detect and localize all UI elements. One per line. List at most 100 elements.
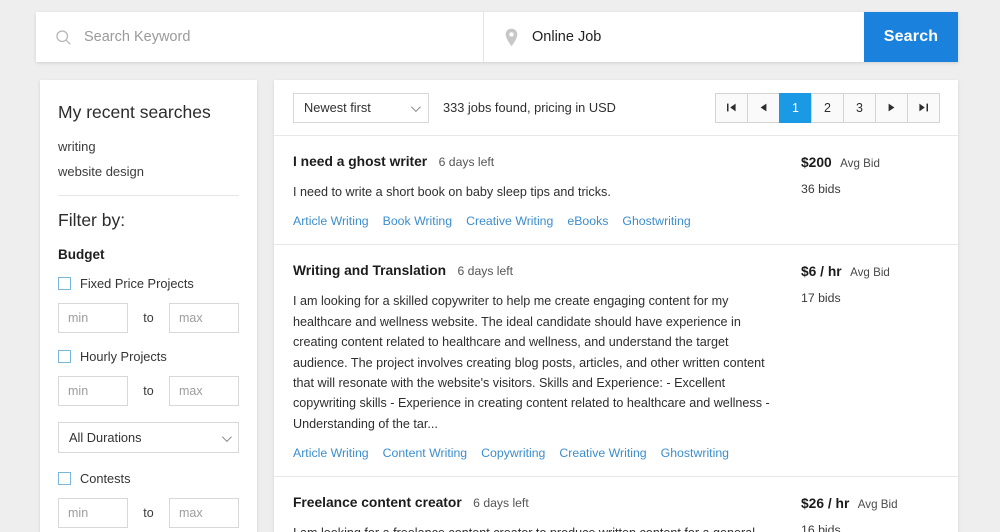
recent-search-item[interactable]: website design [58, 164, 239, 179]
recent-search-item[interactable]: writing [58, 139, 239, 154]
pagination-page-2[interactable]: 2 [811, 93, 844, 123]
job-price-unit: Avg Bid [850, 266, 890, 279]
budget-group-label: Budget [58, 247, 239, 262]
job-tag[interactable]: Creative Writing [559, 446, 646, 460]
job-time-left: 6 days left [473, 496, 529, 510]
job-price: $6 / hr [801, 264, 842, 279]
pagination-first-button[interactable] [715, 93, 748, 123]
chevron-down-icon [222, 432, 232, 442]
job-description: I need to write a short book on baby sle… [293, 182, 783, 202]
duration-select[interactable]: All Durations [58, 422, 239, 453]
page-root: Search My recent searches writing websit… [0, 0, 1000, 532]
job-main: I need a ghost writer 6 days left I need… [293, 153, 801, 228]
fixed-max-input[interactable] [169, 303, 239, 333]
job-price-unit: Avg Bid [858, 498, 898, 511]
duration-select-wrapper: All Durations [58, 422, 239, 453]
job-tags: Article Writing Book Writing Creative Wr… [293, 214, 783, 228]
job-description: I am looking for a skilled copywriter to… [293, 291, 783, 434]
search-bar: Search [36, 12, 958, 62]
filter-fixed-price-projects[interactable]: Fixed Price Projects [58, 276, 239, 291]
job-price-row: $26 / hr Avg Bid [801, 495, 939, 513]
sort-select[interactable]: Newest first [293, 93, 429, 123]
range-to-label: to [128, 384, 169, 398]
location-input[interactable] [532, 29, 850, 45]
filter-hourly-projects[interactable]: Hourly Projects [58, 349, 239, 364]
search-input[interactable] [84, 29, 469, 45]
sidebar-divider [58, 195, 239, 196]
job-tag[interactable]: Article Writing [293, 446, 369, 460]
map-pin-icon [500, 26, 522, 48]
job-bids-count: 17 bids [801, 291, 939, 305]
pagination: 1 2 3 [716, 93, 940, 123]
filter-contests[interactable]: Contests [58, 471, 239, 486]
contests-min-input[interactable] [58, 498, 128, 528]
jobs-found-count: 333 jobs found, pricing in USD [443, 100, 616, 115]
job-pricing: $26 / hr Avg Bid 16 bids [801, 494, 939, 532]
pagination-next-button[interactable] [875, 93, 908, 123]
job-pricing: $6 / hr Avg Bid 17 bids [801, 262, 939, 460]
job-tag[interactable]: Copywriting [481, 446, 545, 460]
filter-label: Contests [80, 471, 131, 486]
job-main: Freelance content creator 6 days left I … [293, 494, 801, 532]
job-tags: Article Writing Content Writing Copywrit… [293, 446, 783, 460]
pagination-last-button[interactable] [907, 93, 940, 123]
sort-select-value: Newest first [304, 100, 371, 115]
job-tag[interactable]: Book Writing [383, 214, 452, 228]
job-bids-count: 16 bids [801, 523, 939, 532]
filters-sidebar: My recent searches writing website desig… [40, 80, 257, 532]
job-price-row: $200 Avg Bid [801, 154, 939, 172]
filter-label: Fixed Price Projects [80, 276, 194, 291]
job-tag[interactable]: Ghostwriting [661, 446, 729, 460]
job-main: Writing and Translation 6 days left I am… [293, 262, 801, 460]
job-time-left: 6 days left [458, 264, 514, 278]
contests-max-input[interactable] [169, 498, 239, 528]
search-icon [52, 26, 74, 48]
job-pricing: $200 Avg Bid 36 bids [801, 153, 939, 228]
job-header: Writing and Translation 6 days left [293, 262, 783, 280]
recent-searches-title: My recent searches [58, 102, 239, 123]
job-tag[interactable]: Ghostwriting [622, 214, 690, 228]
keyword-search-field[interactable] [36, 12, 484, 62]
results-toolbar: Newest first 333 jobs found, pricing in … [274, 80, 958, 136]
job-price: $200 [801, 155, 832, 170]
location-search-field[interactable] [484, 12, 864, 62]
hourly-min-input[interactable] [58, 376, 128, 406]
job-tag[interactable]: eBooks [567, 214, 608, 228]
job-listing[interactable]: Freelance content creator 6 days left I … [274, 477, 958, 532]
filter-by-title: Filter by: [58, 210, 239, 231]
checkbox-icon[interactable] [58, 472, 71, 485]
pagination-page-1[interactable]: 1 [779, 93, 812, 123]
search-button[interactable]: Search [864, 12, 958, 62]
job-header: I need a ghost writer 6 days left [293, 153, 783, 171]
job-time-left: 6 days left [439, 155, 495, 169]
job-header: Freelance content creator 6 days left [293, 494, 783, 512]
job-description: I am looking for a freelance content cre… [293, 523, 783, 532]
job-tag[interactable]: Creative Writing [466, 214, 553, 228]
hourly-max-input[interactable] [169, 376, 239, 406]
duration-select-value: All Durations [69, 430, 142, 445]
hourly-range: to [58, 376, 239, 406]
job-title[interactable]: I need a ghost writer [293, 154, 427, 169]
chevron-down-icon [411, 102, 421, 112]
job-price: $26 / hr [801, 496, 849, 511]
results-panel: Newest first 333 jobs found, pricing in … [274, 80, 958, 532]
job-listing[interactable]: Writing and Translation 6 days left I am… [274, 245, 958, 477]
job-tag[interactable]: Article Writing [293, 214, 369, 228]
range-to-label: to [128, 311, 169, 325]
contests-range: to [58, 498, 239, 528]
fixed-price-range: to [58, 303, 239, 333]
checkbox-icon[interactable] [58, 350, 71, 363]
pagination-page-3[interactable]: 3 [843, 93, 876, 123]
filter-label: Hourly Projects [80, 349, 167, 364]
job-tag[interactable]: Content Writing [383, 446, 468, 460]
job-title[interactable]: Writing and Translation [293, 263, 446, 278]
fixed-min-input[interactable] [58, 303, 128, 333]
job-price-row: $6 / hr Avg Bid [801, 263, 939, 281]
job-title[interactable]: Freelance content creator [293, 495, 462, 510]
checkbox-icon[interactable] [58, 277, 71, 290]
job-price-unit: Avg Bid [840, 157, 880, 170]
pagination-prev-button[interactable] [747, 93, 780, 123]
job-bids-count: 36 bids [801, 182, 939, 196]
range-to-label: to [128, 506, 169, 520]
job-listing[interactable]: I need a ghost writer 6 days left I need… [274, 136, 958, 245]
